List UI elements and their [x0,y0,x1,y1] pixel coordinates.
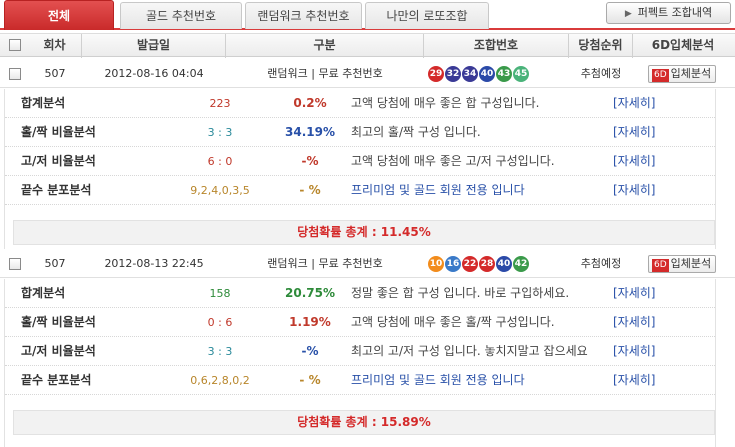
analysis-button[interactable]: 6D 입체분석 [648,255,716,273]
tab-gold[interactable]: 골드 추천번호 [120,2,242,29]
table-header: 회차 발급일 구분 조합번호 당첨순위 6D입체분석 [0,33,735,58]
analysis-button-label: 입체분석 [670,67,712,80]
detail-label: 홀/짝 비율분석 [21,125,96,139]
detail-percent: 1.19% [289,315,331,329]
detail-percent: 0.2% [293,96,327,110]
lotto-ball: 16 [445,256,461,272]
header-issued: 발급일 [82,34,226,58]
entry-details: 합계분석 223 0.2% 고액 당첨에 매우 좋은 합 구성입니다. [자세히… [4,89,716,249]
header-round: 회차 [28,34,82,58]
detail-label: 끝수 분포분석 [21,373,92,387]
detail-row-lastdigit: 끝수 분포분석 0,6,2,8,0,2 - % 프리미엄 및 골드 회원 전용 … [5,366,715,395]
header-rank: 당첨순위 [569,34,633,58]
analysis-button-label: 입체분석 [670,257,712,270]
detail-label: 고/저 비율분석 [21,344,96,358]
perfect-history-button[interactable]: ▶ 퍼펙트 조합내역 [606,2,731,24]
detail-more-link[interactable]: [자세히] [613,308,655,337]
lotto-ball: 29 [428,66,444,82]
select-all-checkbox[interactable] [9,39,21,51]
entry-type: 랜덤워크 | 무료 추천번호 [267,257,383,270]
entry-type: 랜덤워크 | 무료 추천번호 [267,67,383,80]
tab-my-combo[interactable]: 나만의 로또조합 [365,2,489,29]
lotto-ball: 42 [513,256,529,272]
combo-balls: 10 16 22 28 40 42 [428,256,530,272]
detail-row-sum: 합계분석 223 0.2% 고액 당첨에 매우 좋은 합 구성입니다. [자세히… [5,89,715,118]
entry-details: 합계분석 158 20.75% 정말 좋은 합 구성 입니다. 바로 구입하세요… [4,279,716,447]
detail-row-lastdigit: 끝수 분포분석 9,2,4,0,3,5 - % 프리미엄 및 골드 회원 전용 … [5,176,715,205]
6d-badge-icon: 6D [652,69,669,82]
combo-balls: 29 32 34 40 43 45 [428,66,530,82]
detail-percent: 34.19% [285,125,335,139]
lotto-ball: 34 [462,66,478,82]
detail-row-oddeven: 홀/짝 비율분석 3 : 3 34.19% 최고의 홀/짝 구성 입니다. [자… [5,118,715,147]
detail-row-highlow: 고/저 비율분석 6 : 0 -% 고액 당첨에 매우 좋은 고/저 구성입니다… [5,147,715,176]
detail-more-link[interactable]: [자세히] [613,118,655,147]
header-type: 구분 [226,34,424,58]
entry-checkbox[interactable] [9,68,21,80]
detail-more-link[interactable]: [자세히] [613,279,655,308]
detail-label: 고/저 비율분석 [21,154,96,168]
detail-percent: - % [299,183,321,197]
detail-message: 고액 당첨에 매우 좋은 합 구성입니다. [351,96,540,110]
header-analysis: 6D입체분석 [651,38,715,52]
detail-more-link[interactable]: [자세히] [613,337,655,366]
lotto-ball: 43 [496,66,512,82]
tab-all[interactable]: 전체 [4,0,114,30]
detail-row-sum: 합계분석 158 20.75% 정말 좋은 합 구성 입니다. 바로 구입하세요… [5,279,715,308]
entry-rank: 추첨예정 [580,257,622,270]
chevron-right-icon: ▶ [624,9,632,19]
entry-date: 2012-08-16 04:04 [104,67,204,80]
detail-message: 최고의 고/저 구성 입니다. 놓치지말고 잡으세요 [351,344,588,358]
detail-more-link[interactable]: [자세히] [613,147,655,176]
detail-percent: -% [301,154,319,168]
entry-summary-row: 507 2012-08-16 04:04 랜덤워크 | 무료 추천번호 29 32… [0,60,735,88]
detail-row-highlow: 고/저 비율분석 3 : 3 -% 최고의 고/저 구성 입니다. 놓치지말고 … [5,337,715,366]
perfect-history-label: 퍼펙트 조합내역 [637,6,713,19]
entry-checkbox[interactable] [9,258,21,270]
detail-message: 프리미엄 및 골드 회원 전용 입니다 [351,373,525,387]
detail-row-oddeven: 홀/짝 비율분석 0 : 6 1.19% 고액 당첨에 매우 좋은 홀/짝 구성… [5,308,715,337]
detail-percent: - % [299,373,321,387]
entry-summary-row: 507 2012-08-13 22:45 랜덤워크 | 무료 추천번호 10 16… [0,250,735,278]
detail-message: 정말 좋은 합 구성 입니다. 바로 구입하세요. [351,286,570,300]
detail-percent: -% [301,344,319,358]
total-probability: 당첨확률 총계 : 11.45% [13,220,715,245]
entry-date: 2012-08-13 22:45 [104,257,204,270]
detail-message: 프리미엄 및 골드 회원 전용 입니다 [351,183,525,197]
entry-round: 507 [44,67,66,80]
detail-message: 고액 당첨에 매우 좋은 고/저 구성입니다. [351,154,555,168]
detail-more-link[interactable]: [자세히] [613,366,655,395]
lotto-ball: 45 [513,66,529,82]
lotto-ball: 10 [428,256,444,272]
detail-percent: 20.75% [285,286,335,300]
detail-message: 최고의 홀/짝 구성 입니다. [351,125,481,139]
detail-message: 고액 당첨에 매우 좋은 홀/짝 구성입니다. [351,315,555,329]
6d-badge-icon: 6D [652,259,669,272]
tab-randomwalk[interactable]: 랜덤워크 추천번호 [245,2,362,29]
detail-more-link[interactable]: [자세히] [613,89,655,118]
detail-label: 끝수 분포분석 [21,183,92,197]
lotto-ball: 40 [479,66,495,82]
detail-label: 합계분석 [21,286,66,300]
lotto-ball: 22 [462,256,478,272]
tab-bar: 전체 골드 추천번호 랜덤워크 추천번호 나만의 로또조합 ▶ 퍼펙트 조합내역 [0,0,735,30]
entry-rank: 추첨예정 [580,67,622,80]
lotto-ball: 32 [445,66,461,82]
detail-label: 홀/짝 비율분석 [21,315,96,329]
detail-more-link[interactable]: [자세히] [613,176,655,205]
total-probability: 당첨확률 총계 : 15.89% [13,410,715,435]
entry-round: 507 [44,257,66,270]
detail-label: 합계분석 [21,96,66,110]
lotto-ball: 40 [496,256,512,272]
lotto-ball: 28 [479,256,495,272]
analysis-button[interactable]: 6D 입체분석 [648,65,716,83]
header-combo: 조합번호 [424,34,569,58]
